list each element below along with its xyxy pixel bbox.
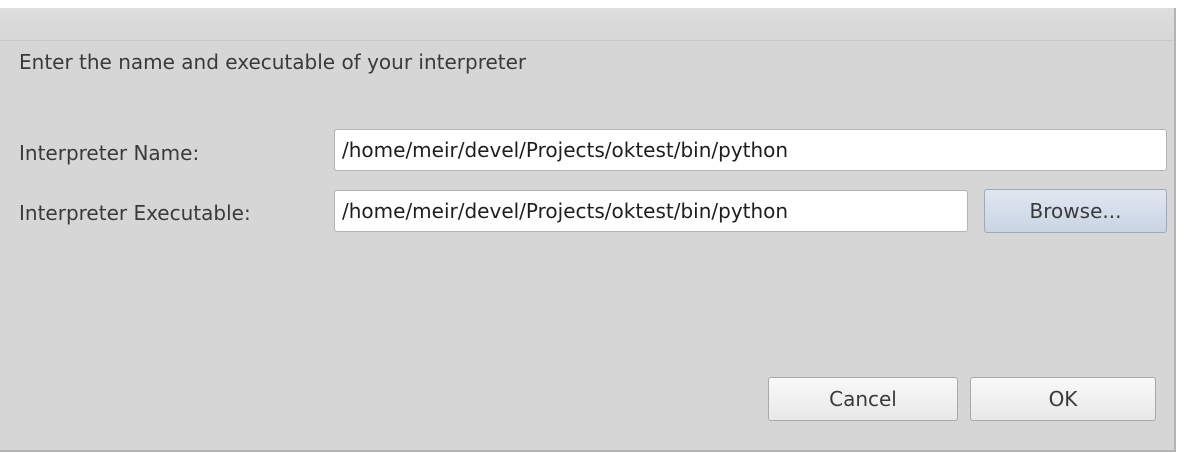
dialog-title-bar [0,8,1174,41]
interpreter-executable-input[interactable] [334,190,968,232]
interpreter-executable-label: Interpreter Executable: [19,201,251,225]
interpreter-name-input[interactable] [334,129,1167,171]
cancel-button[interactable]: Cancel [768,377,958,421]
dialog-instruction: Enter the name and executable of your in… [19,50,527,74]
interpreter-dialog: Enter the name and executable of your in… [0,8,1176,452]
browse-button[interactable]: Browse... [984,189,1167,233]
interpreter-name-label: Interpreter Name: [19,141,200,165]
ok-button[interactable]: OK [970,377,1156,421]
